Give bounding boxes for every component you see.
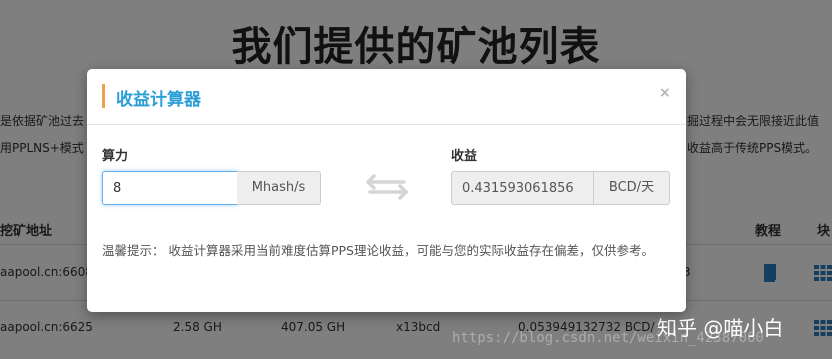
notice-text: 温馨提示： 收益计算器采用当前难度估算PPS理论收益，可能与您的实际收益存在偏差… [102, 243, 654, 258]
title-accent-bar [102, 84, 105, 108]
hashrate-input[interactable] [102, 171, 238, 205]
modal-title: 收益计算器 [116, 90, 201, 110]
yield-calculator-modal: 收益计算器 × 算力 Mhash/s 收益 BCD/天 温馨提示： 收益计算器采… [87, 69, 686, 312]
close-button[interactable]: × [659, 85, 671, 101]
yield-output [451, 171, 594, 205]
swap-arrows-icon [366, 174, 408, 200]
hashrate-label: 算力 [102, 149, 129, 164]
modal-header: 收益计算器 × [87, 69, 686, 125]
hashrate-unit: Mhash/s [237, 171, 321, 205]
yield-label: 收益 [451, 149, 478, 164]
yield-unit: BCD/天 [593, 171, 670, 205]
zhihu-watermark: 知乎 @喵小白 [657, 316, 784, 340]
